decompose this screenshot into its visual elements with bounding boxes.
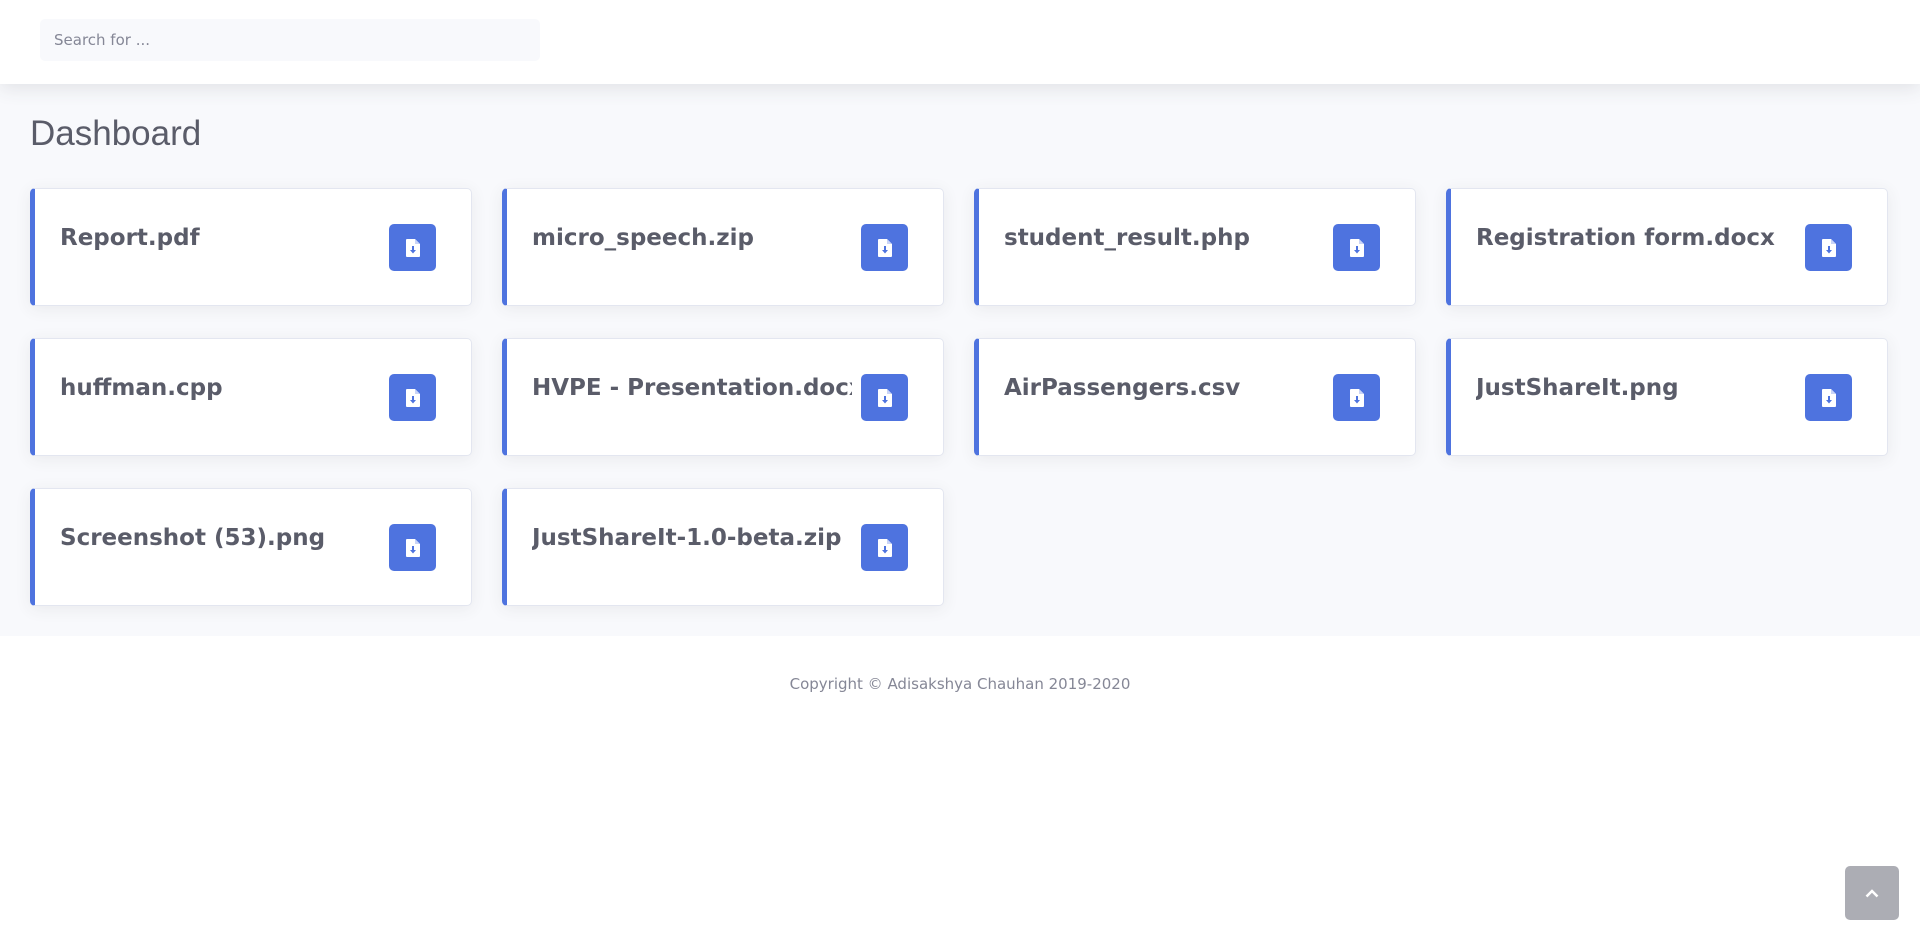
file-card: JustShareIt-1.0-beta.zip xyxy=(502,488,944,606)
file-download-icon xyxy=(405,538,420,557)
download-button[interactable] xyxy=(861,374,908,421)
file-card: HVPE - Presentation.docx xyxy=(502,338,944,456)
footer: Copyright © Adisakshya Chauhan 2019-2020 xyxy=(0,636,1920,732)
file-name: HVPE - Presentation.docx xyxy=(532,375,852,401)
file-card: Report.pdf xyxy=(30,188,472,306)
file-download-icon xyxy=(1349,388,1364,407)
download-button[interactable] xyxy=(1333,224,1380,271)
topbar xyxy=(0,0,1920,84)
copyright-text: Copyright © Adisakshya Chauhan 2019-2020 xyxy=(789,675,1131,693)
download-button[interactable] xyxy=(1805,374,1852,421)
search-box xyxy=(40,19,540,61)
file-card: student_result.php xyxy=(974,188,1416,306)
file-name: AirPassengers.csv xyxy=(1004,375,1241,401)
download-button[interactable] xyxy=(389,224,436,271)
scroll-to-top-button[interactable] xyxy=(1845,866,1899,920)
file-download-icon xyxy=(877,388,892,407)
file-download-icon xyxy=(405,388,420,407)
file-card: micro_speech.zip xyxy=(502,188,944,306)
page-title: Dashboard xyxy=(30,114,202,153)
search-input[interactable] xyxy=(40,19,540,61)
file-download-icon xyxy=(405,238,420,257)
file-name: Report.pdf xyxy=(60,225,200,251)
file-card: AirPassengers.csv xyxy=(974,338,1416,456)
file-card: Registration form.docx xyxy=(1446,188,1888,306)
file-card: Screenshot (53).png xyxy=(30,488,472,606)
file-card: JustShareIt.png xyxy=(1446,338,1888,456)
file-download-icon xyxy=(877,238,892,257)
download-button[interactable] xyxy=(1333,374,1380,421)
download-button[interactable] xyxy=(389,374,436,421)
file-name: Screenshot (53).png xyxy=(60,525,326,551)
file-name: student_result.php xyxy=(1004,225,1250,251)
file-name: JustShareIt-1.0-beta.zip xyxy=(532,525,842,551)
file-name: JustShareIt.png xyxy=(1476,375,1679,401)
file-download-icon xyxy=(1349,238,1364,257)
download-button[interactable] xyxy=(861,524,908,571)
main-content: Dashboard Report.pdf micro_speech.zip st… xyxy=(0,84,1920,636)
download-button[interactable] xyxy=(1805,224,1852,271)
file-name: huffman.cpp xyxy=(60,375,223,401)
file-name: micro_speech.zip xyxy=(532,225,754,251)
chevron-up-icon xyxy=(1865,889,1879,898)
file-card: huffman.cpp xyxy=(30,338,472,456)
file-card-grid: Report.pdf micro_speech.zip student_resu… xyxy=(30,188,1890,606)
file-download-icon xyxy=(1821,388,1836,407)
download-button[interactable] xyxy=(861,224,908,271)
download-button[interactable] xyxy=(389,524,436,571)
file-download-icon xyxy=(1821,238,1836,257)
file-download-icon xyxy=(877,538,892,557)
file-name: Registration form.docx xyxy=(1476,225,1775,251)
